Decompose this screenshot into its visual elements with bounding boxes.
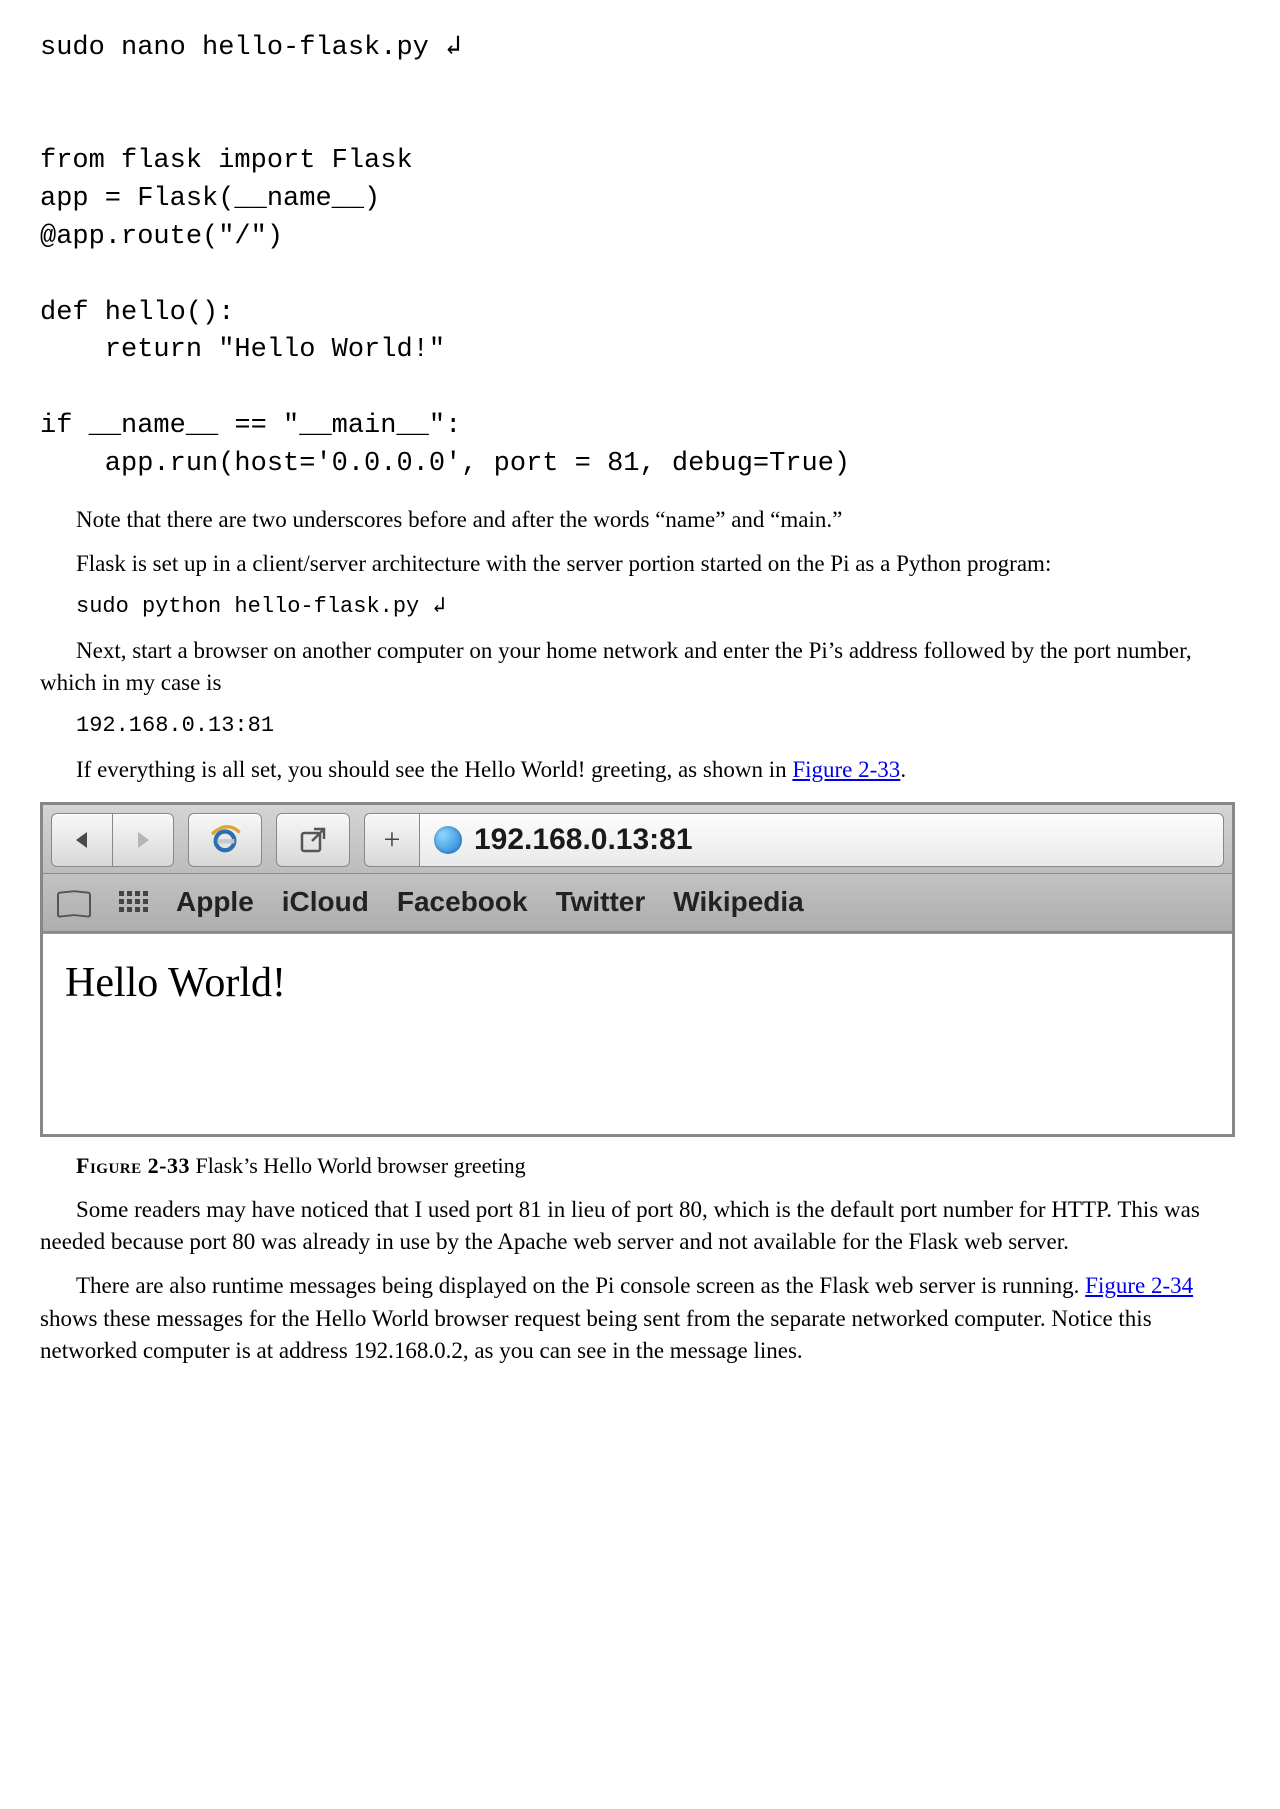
share-icon bbox=[298, 825, 328, 855]
para-runtime-messages: There are also runtime messages being di… bbox=[40, 1270, 1240, 1367]
browser-viewport: Hello World! bbox=[43, 933, 1232, 1134]
code-sudo-python: sudo python hello-flask.py ↲ bbox=[76, 592, 1240, 623]
bookmarks-bar: Apple iCloud Facebook Twitter Wikipedia bbox=[43, 874, 1232, 933]
browser-toolbar: + 192.168.0.13:81 bbox=[43, 805, 1232, 874]
bookmark-icloud[interactable]: iCloud bbox=[282, 882, 369, 921]
note-underscores: Note that there are two underscores befo… bbox=[76, 504, 1240, 536]
address-bar-group: + 192.168.0.13:81 bbox=[364, 813, 1224, 867]
code-block-flask-source: sudo nano hello-flask.py ↲ from flask im… bbox=[40, 30, 1240, 484]
bookmark-twitter[interactable]: Twitter bbox=[556, 882, 646, 921]
figure-caption-text: Flask’s Hello World browser greeting bbox=[190, 1153, 526, 1178]
bookmark-facebook[interactable]: Facebook bbox=[397, 882, 528, 921]
para-port-81: Some readers may have noticed that I use… bbox=[40, 1194, 1240, 1258]
para-start-browser: Next, start a browser on another compute… bbox=[40, 635, 1240, 699]
share-button[interactable] bbox=[276, 813, 350, 867]
text-segment: shows these messages for the Hello World… bbox=[40, 1306, 1152, 1363]
text-segment: There are also runtime messages being di… bbox=[76, 1273, 1085, 1298]
nav-button-group bbox=[51, 813, 174, 867]
back-button[interactable] bbox=[51, 813, 112, 867]
bookmark-apple[interactable]: Apple bbox=[176, 882, 254, 921]
top-sites-icon[interactable] bbox=[119, 891, 148, 912]
link-figure-2-33[interactable]: Figure 2-33 bbox=[792, 757, 900, 782]
plus-icon: + bbox=[384, 819, 401, 861]
page-body-text: Hello World! bbox=[65, 954, 1210, 1013]
text-segment: . bbox=[900, 757, 906, 782]
document-page: sudo nano hello-flask.py ↲ from flask im… bbox=[0, 0, 1280, 1419]
bookmark-wikipedia[interactable]: Wikipedia bbox=[673, 882, 803, 921]
address-bar[interactable]: 192.168.0.13:81 bbox=[419, 813, 1224, 867]
para-client-server: Flask is set up in a client/server archi… bbox=[40, 548, 1240, 580]
new-tab-button[interactable]: + bbox=[364, 813, 419, 867]
ie-logo-icon bbox=[208, 823, 242, 857]
triangle-right-icon bbox=[134, 830, 152, 850]
text-segment: If everything is all set, you should see… bbox=[76, 757, 792, 782]
url-text: 192.168.0.13:81 bbox=[474, 819, 693, 861]
figure-label: Figure 2-33 bbox=[76, 1153, 190, 1178]
para-if-everything: If everything is all set, you should see… bbox=[40, 754, 1240, 786]
code-ip-address: 192.168.0.13:81 bbox=[76, 711, 1240, 742]
link-figure-2-34[interactable]: Figure 2-34 bbox=[1085, 1273, 1193, 1298]
forward-button[interactable] bbox=[112, 813, 174, 867]
browser-engine-button[interactable] bbox=[188, 813, 262, 867]
figure-caption-2-33: Figure 2-33 Flask’s Hello World browser … bbox=[76, 1151, 1240, 1182]
figure-browser-screenshot: + 192.168.0.13:81 Apple iCloud Facebook … bbox=[40, 802, 1235, 1137]
globe-icon bbox=[434, 826, 462, 854]
triangle-left-icon bbox=[73, 830, 91, 850]
reading-list-icon[interactable] bbox=[57, 889, 91, 915]
